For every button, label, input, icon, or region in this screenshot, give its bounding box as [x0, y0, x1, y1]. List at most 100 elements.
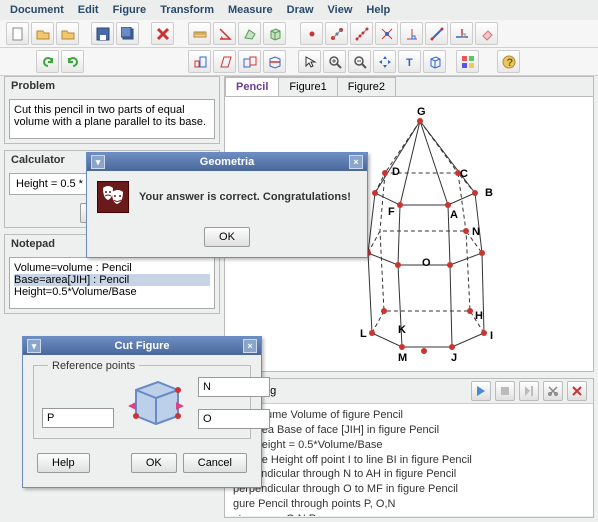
figure-tabs: Pencil Figure1 Figure2	[225, 77, 593, 97]
log-next-icon[interactable]	[519, 381, 539, 401]
menu-transform[interactable]: Transform	[160, 4, 214, 16]
tb-fit-icon[interactable]	[373, 50, 396, 73]
cut-ok-button[interactable]: OK	[131, 453, 177, 473]
cut-figure-dialog: ▾ Cut Figure × Reference points Help	[22, 336, 262, 488]
log-deleteall-icon[interactable]	[567, 381, 587, 401]
tb-perpline-icon[interactable]	[450, 22, 473, 45]
svg-text:B: B	[485, 187, 493, 199]
log-line: ure area Base of face [JIH] in figure Pe…	[233, 423, 585, 438]
tb-eraser-icon[interactable]	[475, 22, 498, 45]
svg-text:T: T	[406, 57, 413, 69]
tb-join-icon[interactable]	[238, 50, 261, 73]
tb-new-icon[interactable]	[6, 22, 29, 45]
notepad-line[interactable]: Height=0.5*Volume/Base	[14, 286, 210, 298]
cut-cube-icon	[126, 376, 186, 430]
svg-text:O: O	[422, 257, 431, 269]
dialog-titlebar[interactable]: ▾ Cut Figure ×	[23, 337, 261, 355]
tb-text-icon[interactable]: T	[398, 50, 421, 73]
notepad-text[interactable]: Volume=volume : Pencil Base=area[JIH] : …	[9, 257, 215, 309]
svg-text:I: I	[490, 330, 493, 342]
svg-text:G: G	[417, 106, 426, 118]
tab-figure2[interactable]: Figure2	[337, 77, 396, 96]
log-cut-icon[interactable]	[543, 381, 563, 401]
dialog-min-icon[interactable]: ▾	[27, 339, 41, 353]
tb-volume-icon[interactable]	[263, 22, 286, 45]
tb-zoomin-icon[interactable]	[323, 50, 346, 73]
toolbar-row-2: T ?	[0, 48, 598, 76]
tb-help-icon[interactable]: ?	[497, 50, 520, 73]
log-stop-icon[interactable]	[495, 381, 515, 401]
cut-help-button[interactable]: Help	[37, 453, 90, 473]
log-line: late Height = 0.5*Volume/Base	[233, 438, 585, 453]
tab-figure1[interactable]: Figure1	[278, 77, 337, 96]
ref-point-o-field[interactable]	[198, 409, 270, 429]
dialog-titlebar[interactable]: ▾ Geometria ×	[87, 153, 367, 171]
log-line: perpendicular through O to MF in figure …	[233, 482, 585, 497]
notepad-line[interactable]: Volume=volume : Pencil	[14, 262, 210, 274]
dialog-message: Your answer is correct. Congratulations!	[139, 191, 351, 203]
reference-group-label: Reference points	[48, 360, 139, 372]
tb-select-icon[interactable]	[298, 50, 321, 73]
menu-edit[interactable]: Edit	[78, 4, 99, 16]
geo-ok-button[interactable]: OK	[204, 227, 250, 247]
dialog-close-icon[interactable]: ×	[349, 155, 363, 169]
tb-perpfoot-icon[interactable]	[400, 22, 423, 45]
tb-scale-icon[interactable]	[188, 50, 211, 73]
tb-delete-icon[interactable]	[151, 22, 174, 45]
svg-text:L: L	[360, 328, 367, 340]
menu-document[interactable]: Document	[10, 4, 64, 16]
svg-text:M: M	[398, 352, 407, 364]
tb-ruler-icon[interactable]	[188, 22, 211, 45]
tb-open-icon[interactable]	[31, 22, 54, 45]
log-line: ure volume Volume of figure Pencil	[233, 408, 585, 423]
svg-text:C: C	[460, 168, 468, 180]
cut-cancel-button[interactable]: Cancel	[183, 453, 247, 473]
tb-divide-icon[interactable]	[350, 22, 373, 45]
log-line: perpendicular through N to AH in figure …	[233, 467, 585, 482]
svg-text:N: N	[472, 226, 480, 238]
tb-saveall-icon[interactable]	[116, 22, 139, 45]
log-line: gure Pencil through points P, O,N	[233, 497, 585, 512]
menu-bar: Document Edit Figure Transform Measure D…	[0, 0, 598, 20]
log-line: istance Height off point I to line BI in…	[233, 453, 585, 468]
solution-log-panel: ution Log ure volume Volume of figure Pe…	[224, 378, 594, 518]
tb-redo-icon[interactable]	[61, 50, 84, 73]
tb-segment-icon[interactable]	[425, 22, 448, 45]
ref-point-p-field[interactable]	[42, 408, 114, 428]
svg-text:D: D	[392, 166, 400, 178]
dialog-title-text: Geometria	[200, 156, 254, 168]
svg-text:J: J	[451, 352, 457, 364]
tb-area-icon[interactable]	[238, 22, 261, 45]
ref-point-n-field[interactable]	[198, 377, 270, 397]
tb-folder-icon[interactable]	[56, 22, 79, 45]
menu-view[interactable]: View	[328, 4, 353, 16]
log-body: ure volume Volume of figure Pencil ure a…	[225, 404, 593, 516]
menu-figure[interactable]: Figure	[113, 4, 147, 16]
geometria-dialog: ▾ Geometria × Your answer is correct. Co…	[86, 152, 368, 258]
tb-wireframe-icon[interactable]	[423, 50, 446, 73]
tb-zoomout-icon[interactable]	[348, 50, 371, 73]
tb-undo-icon[interactable]	[36, 50, 59, 73]
menu-measure[interactable]: Measure	[228, 4, 273, 16]
tab-pencil[interactable]: Pencil	[225, 77, 279, 96]
svg-text:K: K	[398, 324, 406, 336]
svg-text:H: H	[475, 310, 483, 322]
svg-text:?: ?	[506, 57, 513, 69]
tb-shear-icon[interactable]	[213, 50, 236, 73]
notepad-line[interactable]: Base=area[JIH] : Pencil	[14, 274, 210, 286]
tb-save-icon[interactable]	[91, 22, 114, 45]
problem-title: Problem	[5, 77, 219, 95]
log-play-icon[interactable]	[471, 381, 491, 401]
masks-icon	[97, 181, 129, 213]
tb-midpoint-icon[interactable]	[325, 22, 348, 45]
tb-cut-icon[interactable]	[263, 50, 286, 73]
dialog-close-icon[interactable]: ×	[243, 339, 257, 353]
tb-angle-icon[interactable]	[213, 22, 236, 45]
menu-help[interactable]: Help	[366, 4, 390, 16]
menu-draw[interactable]: Draw	[287, 4, 314, 16]
tb-point-icon[interactable]	[300, 22, 323, 45]
tb-intersect-icon[interactable]	[375, 22, 398, 45]
dialog-min-icon[interactable]: ▾	[91, 155, 105, 169]
svg-text:F: F	[388, 206, 395, 218]
tb-color-icon[interactable]	[456, 50, 479, 73]
